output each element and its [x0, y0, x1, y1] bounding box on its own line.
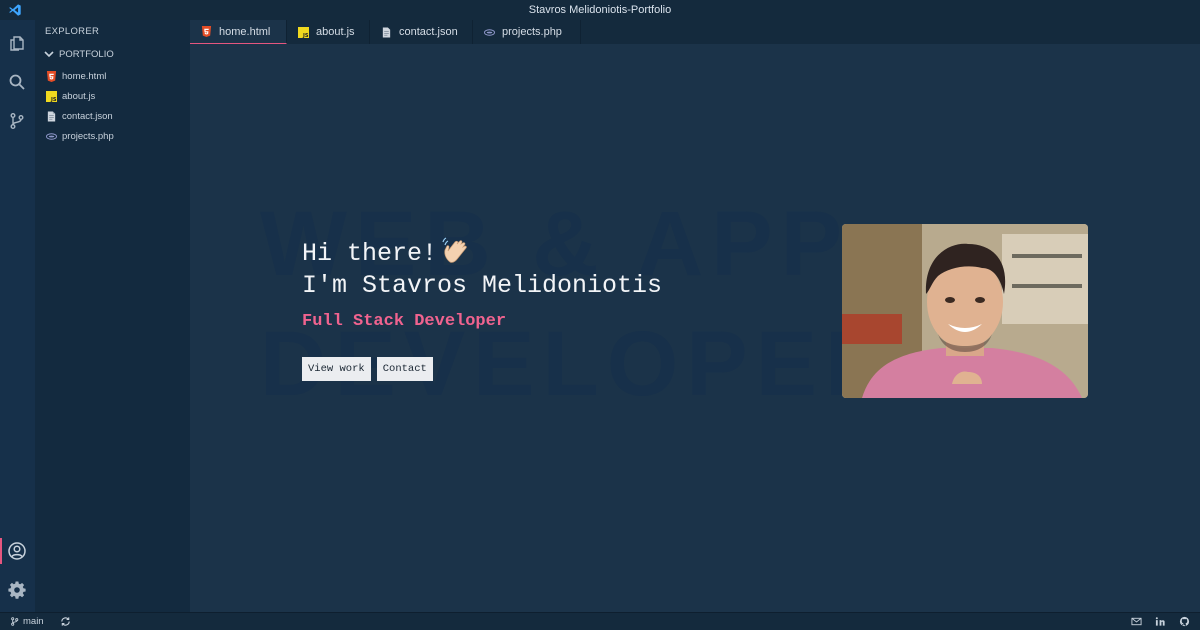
html5-icon: [45, 70, 57, 82]
tab-label: about.js: [316, 26, 355, 38]
tab-contact-json[interactable]: contact.json: [370, 20, 473, 44]
sync-icon[interactable]: [60, 616, 71, 627]
tab-bar: home.html JS about.js contact.json proje…: [190, 20, 1200, 44]
activity-bar: [0, 20, 35, 612]
settings-gear-icon[interactable]: [7, 580, 27, 600]
status-bar: main: [0, 612, 1200, 630]
file-home-html[interactable]: home.html: [45, 70, 106, 82]
explorer-sidebar: EXPLORER PORTFOLIO home.html JS about.js…: [35, 20, 190, 612]
explorer-title: EXPLORER: [45, 26, 100, 37]
branch-indicator[interactable]: main: [10, 616, 44, 627]
window-title: Stavros Melidoniotis-Portfolio: [528, 4, 672, 16]
js-icon: JS: [45, 90, 57, 102]
mail-icon[interactable]: [1130, 615, 1142, 627]
active-indicator: [0, 538, 2, 564]
tab-label: contact.json: [399, 26, 458, 38]
folder-portfolio[interactable]: PORTFOLIO: [43, 48, 114, 60]
greeting-text: Hi there!: [302, 239, 438, 268]
view-work-button[interactable]: View work: [302, 357, 371, 381]
tab-about-js[interactable]: JS about.js: [287, 20, 370, 44]
svg-text:JS: JS: [302, 33, 309, 38]
tab-home-html[interactable]: home.html: [190, 20, 287, 44]
linkedin-icon[interactable]: [1154, 615, 1166, 627]
tab-label: projects.php: [502, 26, 562, 38]
branch-label: main: [23, 616, 44, 627]
php-icon: [45, 130, 57, 142]
json-icon: [45, 110, 57, 122]
vscode-logo-icon: [8, 3, 22, 17]
file-label: about.js: [62, 90, 96, 102]
svg-text:JS: JS: [50, 97, 57, 102]
search-icon[interactable]: [7, 72, 27, 92]
file-projects-php[interactable]: projects.php: [45, 130, 114, 142]
folder-label: PORTFOLIO: [59, 48, 114, 60]
hero-section: Hi there! I'm Stavros Melidoniotis Full …: [302, 236, 662, 381]
php-icon: [483, 26, 495, 38]
file-label: projects.php: [62, 130, 114, 142]
files-icon[interactable]: [7, 33, 27, 53]
chevron-down-icon: [44, 51, 54, 58]
file-label: contact.json: [62, 110, 113, 122]
greeting-line: Hi there!: [302, 236, 662, 270]
tab-projects-php[interactable]: projects.php: [473, 20, 581, 44]
tab-label: home.html: [219, 25, 271, 38]
file-contact-json[interactable]: contact.json: [45, 110, 113, 122]
file-about-js[interactable]: JS about.js: [45, 90, 95, 102]
js-icon: JS: [297, 26, 309, 38]
git-branch-icon: [11, 617, 19, 626]
waving-hand-icon: [441, 236, 471, 264]
github-icon[interactable]: [1178, 615, 1190, 627]
file-label: home.html: [62, 70, 107, 82]
contact-button[interactable]: Contact: [376, 357, 433, 381]
json-icon: [380, 26, 392, 38]
html5-icon: [200, 26, 212, 38]
source-control-icon[interactable]: [7, 111, 27, 131]
account-icon[interactable]: [7, 541, 27, 561]
profile-photo: [842, 224, 1088, 398]
name-line: I'm Stavros Melidoniotis: [302, 271, 663, 300]
editor-area: WEB & APP DEVELOPER Hi there! I'm Stavro…: [190, 44, 1200, 612]
role-title: Full Stack Developer: [302, 312, 507, 331]
title-bar: Stavros Melidoniotis-Portfolio: [0, 0, 1200, 20]
